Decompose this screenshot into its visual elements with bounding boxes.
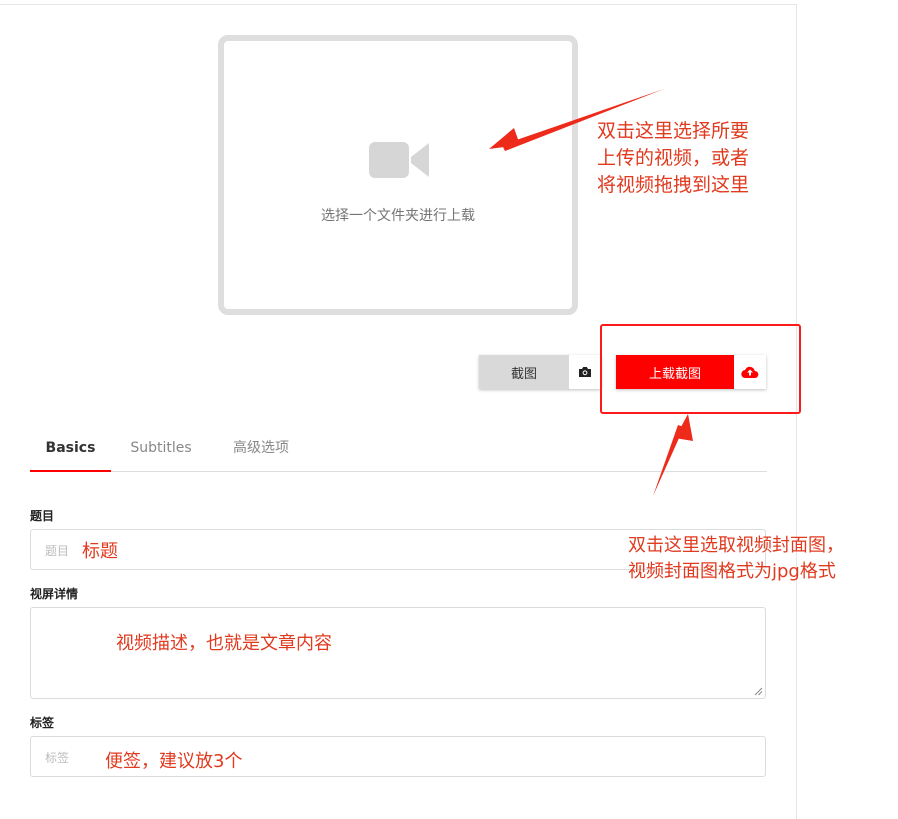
title-note: 标题 [82,541,118,562]
cover-note-line-2: 视频封面图格式为jpg格式 [628,561,836,582]
dropzone-note: 双击这里选择所要 上传的视频，或者 将视频拖拽到这里 [597,118,749,199]
annotation-arrows [489,89,693,496]
tags-note: 便签，建议放3个 [105,751,243,772]
dropzone-note-line-1: 双击这里选择所要 [597,120,750,142]
arrow-to-upload-button [653,414,693,496]
dropzone-note-line-3: 将视频拖拽到这里 [597,174,750,196]
dropzone-note-line-2: 上传的视频，或者 [597,147,750,169]
cover-note: 双击这里选取视频封面图， 视频封面图格式为jpg格式 [628,533,844,585]
cover-note-line-1: 双击这里选取视频封面图， [628,535,844,556]
details-note: 视频描述，也就是文章内容 [116,633,332,654]
